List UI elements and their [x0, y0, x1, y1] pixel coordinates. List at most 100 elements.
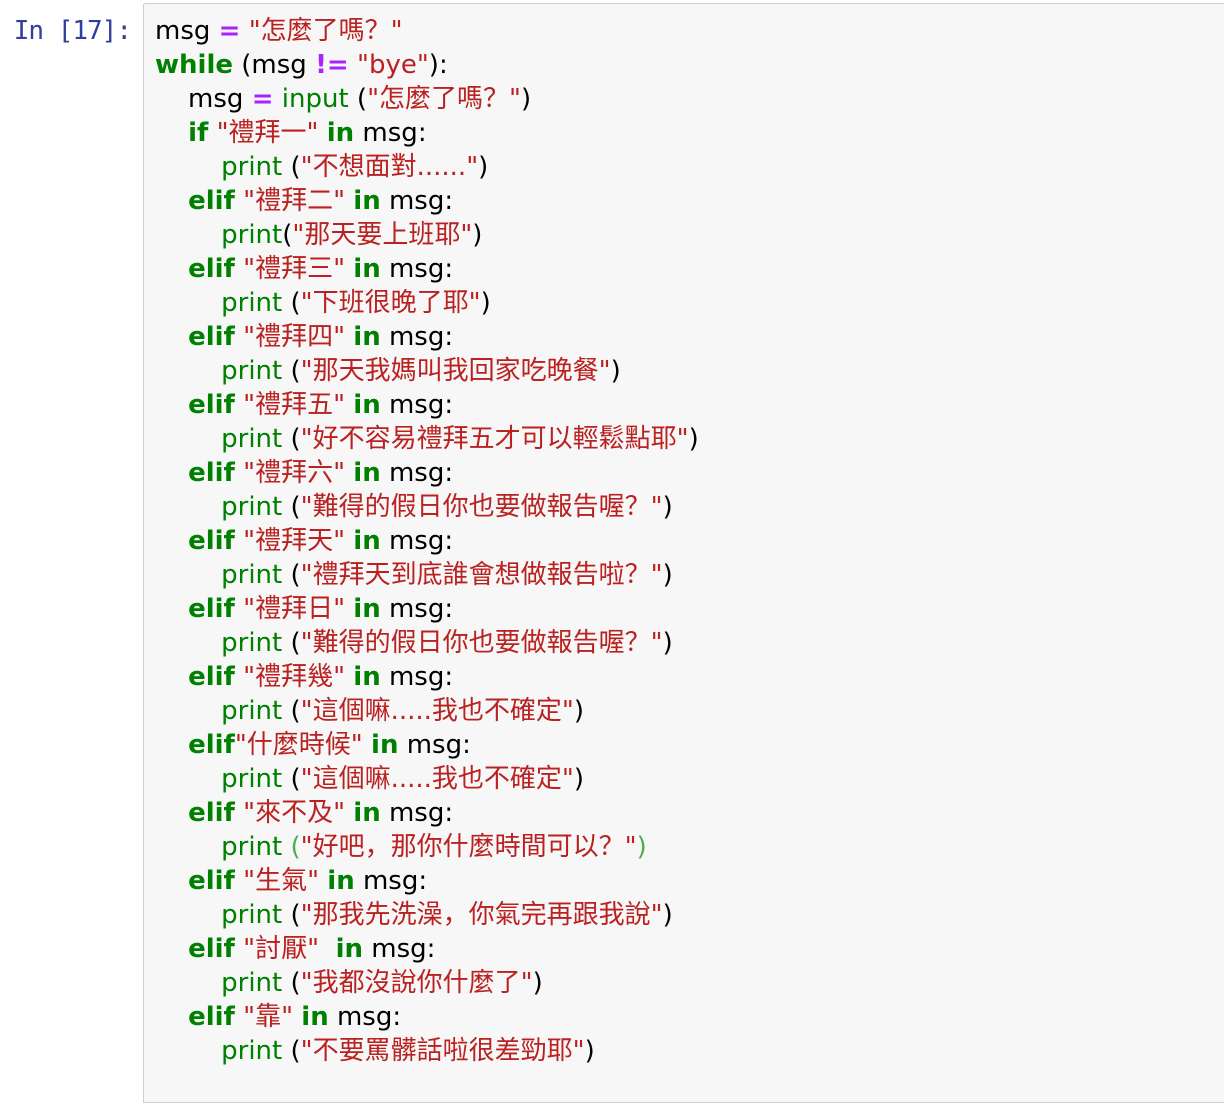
keyword-token: in — [326, 118, 355, 148]
string-token: "討厭" — [243, 934, 320, 964]
string-token: "禮拜天到底誰會想做報告啦？" — [300, 560, 663, 590]
code-line: elif "來不及" in msg: — [155, 796, 699, 830]
code-line: elif "討厭" in msg: — [155, 932, 699, 966]
string-token: "來不及" — [243, 798, 346, 828]
string-token: "禮拜四" — [243, 322, 346, 352]
code-line: elif "禮拜日" in msg: — [155, 592, 699, 626]
string-token: "禮拜三" — [243, 254, 346, 284]
keyword-token: if — [188, 118, 209, 148]
keyword-token: elif — [188, 322, 235, 352]
code-token: ( — [282, 356, 301, 386]
string-token: "禮拜幾" — [243, 662, 346, 692]
keyword-token: in — [353, 594, 381, 624]
string-token: "這個嘛.....我也不確定" — [300, 696, 574, 726]
code-line: if "禮拜一" in msg: — [155, 116, 699, 150]
string-token: "那我先洗澡，你氣完再跟我說" — [300, 900, 663, 930]
code-line: elif "禮拜四" in msg: — [155, 320, 699, 354]
code-token: ) — [478, 152, 489, 182]
keyword-token: in — [353, 526, 381, 556]
keyword-token: elif — [188, 1002, 235, 1032]
string-token: "什麼時候" — [234, 730, 363, 760]
code-token: ( — [348, 84, 368, 114]
string-token: "下班很晚了耶" — [300, 288, 481, 318]
code-line: print ("禮拜天到底誰會想做報告啦？") — [155, 558, 699, 592]
string-token: "bye" — [356, 50, 429, 80]
string-token: "難得的假日你也要做報告喔？" — [300, 628, 663, 658]
code-line: print("那天要上班耶") — [155, 218, 699, 252]
code-line: print ("下班很晚了耶") — [155, 286, 699, 320]
builtin-token: input — [281, 84, 349, 114]
string-token: "難得的假日你也要做報告喔？" — [300, 492, 663, 522]
bracket-token: ) — [636, 832, 647, 862]
code-line: elif "禮拜天" in msg: — [155, 524, 699, 558]
builtin-token: print — [221, 968, 283, 998]
code-token: msg: — [380, 798, 454, 828]
keyword-token: in — [353, 254, 381, 284]
keyword-token: in — [335, 934, 363, 964]
code-token: ( — [282, 220, 293, 250]
builtin-token: print — [221, 696, 283, 726]
code-editor[interactable]: msg = "怎麼了嗎？" while (msg != "bye"): msg =… — [155, 14, 699, 1068]
code-line: msg = input ("怎麼了嗎？") — [155, 82, 699, 116]
builtin-token: print — [221, 152, 283, 182]
keyword-token: elif — [188, 730, 235, 760]
string-token: "禮拜天" — [243, 526, 346, 556]
code-token: msg: — [380, 458, 454, 488]
keyword-token: elif — [188, 458, 235, 488]
code-token: ( — [282, 900, 301, 930]
code-token: msg: — [380, 662, 454, 692]
code-token: ( — [282, 764, 301, 794]
string-token: "那天要上班耶" — [292, 220, 473, 250]
code-token: ) — [662, 628, 673, 658]
code-line: print ("好吧，那你什麼時間可以？") — [155, 830, 699, 864]
builtin-token: print — [221, 628, 283, 658]
code-token: msg — [155, 16, 219, 46]
code-line: print ("這個嘛.....我也不確定") — [155, 694, 699, 728]
builtin-token: print — [221, 900, 283, 930]
code-token: ) — [662, 900, 673, 930]
code-line: elif "禮拜三" in msg: — [155, 252, 699, 286]
code-token: ): — [428, 50, 448, 80]
code-token: ( — [282, 492, 301, 522]
string-token: "不想面對......" — [300, 152, 479, 182]
string-token: "靠" — [243, 1002, 294, 1032]
operator-token: != — [315, 50, 349, 80]
code-line: msg = "怎麼了嗎？" — [155, 14, 699, 48]
keyword-token: in — [353, 322, 381, 352]
code-line: elif "禮拜幾" in msg: — [155, 660, 699, 694]
code-line: elif "禮拜五" in msg: — [155, 388, 699, 422]
code-line: elif "禮拜六" in msg: — [155, 456, 699, 490]
builtin-token: print — [221, 560, 283, 590]
keyword-token: elif — [188, 594, 235, 624]
code-line: print ("難得的假日你也要做報告喔？") — [155, 626, 699, 660]
keyword-token: elif — [188, 866, 235, 896]
code-token: ( — [282, 288, 301, 318]
string-token: "怎麼了嗎？" — [367, 84, 521, 114]
keyword-token: elif — [188, 186, 235, 216]
string-token: "我都沒說你什麼了" — [300, 968, 533, 998]
code-token: ( — [282, 628, 301, 658]
builtin-token: print — [221, 356, 283, 386]
code-token: ) — [688, 424, 699, 454]
builtin-token: print — [221, 288, 283, 318]
